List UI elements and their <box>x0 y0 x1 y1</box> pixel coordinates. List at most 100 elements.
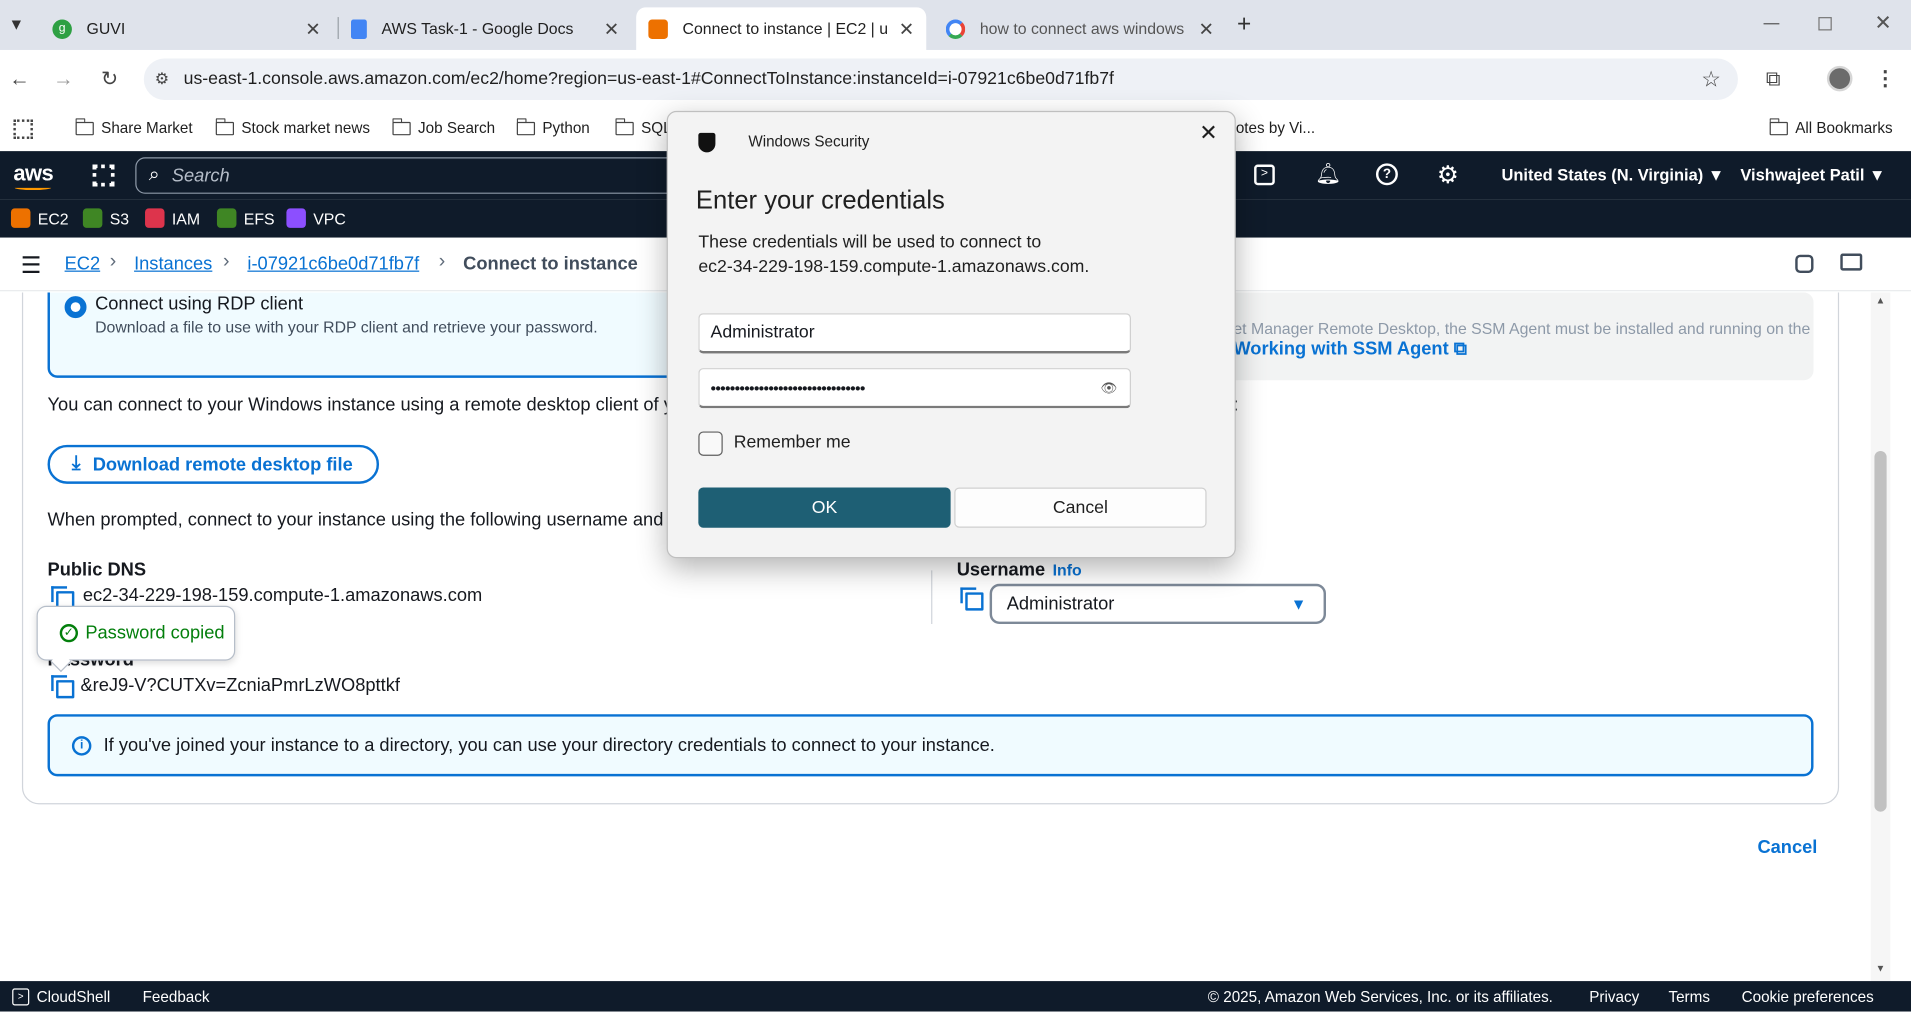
username-field[interactable]: Administrator <box>698 313 1131 354</box>
ok-button[interactable]: OK <box>698 487 951 528</box>
download-remote-desktop-button[interactable]: ⤓ Download remote desktop file <box>47 444 380 484</box>
rdp-radio[interactable] <box>64 296 87 319</box>
username-label: Username Info <box>956 559 1082 581</box>
help-icon[interactable]: ? <box>1375 163 1398 186</box>
iam-icon <box>145 208 165 228</box>
caret-down-icon: ▼ <box>1290 594 1307 614</box>
aws-footer: > CloudShell Feedback © 2025, Amazon Web… <box>0 981 1911 1012</box>
aws-logo[interactable]: aws <box>13 161 53 187</box>
bookmark-notes[interactable]: otes by Vi... <box>1236 119 1315 136</box>
shield-icon <box>698 132 716 153</box>
chevron-right-icon: › <box>109 251 117 272</box>
copy-icon[interactable] <box>51 675 75 699</box>
reload-icon[interactable]: ↻ <box>98 67 122 91</box>
close-window-icon[interactable]: ✕ <box>1874 11 1891 35</box>
forward-icon[interactable]: → <box>51 67 75 91</box>
dialog-message-line2: ec2-34-229-198-159.compute-1.amazonaws.c… <box>698 257 1090 277</box>
cookie-preferences-link[interactable]: Cookie preferences <box>1742 988 1874 1005</box>
settings-gear-icon[interactable]: ⚙ <box>1437 160 1459 190</box>
tab-connect-to-instance[interactable]: Connect to instance | EC2 | us-e ✕ <box>636 7 927 50</box>
username-select[interactable]: Administrator ▼ <box>989 583 1326 624</box>
minimize-icon[interactable] <box>1763 23 1780 25</box>
scroll-down-arrow-icon[interactable]: ▼ <box>1876 963 1886 974</box>
tab-google-search[interactable]: how to connect aws windows in ✕ <box>934 7 1227 50</box>
menu-kebab-icon[interactable]: ⋮ <box>1873 67 1897 91</box>
search-box[interactable]: ⌕ Search <box>135 157 696 194</box>
prompt-text: When prompted, connect to your instance … <box>47 509 679 531</box>
site-info-icon[interactable]: ⚙ <box>155 69 169 89</box>
windows-security-dialog: Windows Security ✕ Enter your credential… <box>666 110 1236 559</box>
breadcrumb-current: Connect to instance <box>463 253 638 275</box>
directory-info-alert: i If you've joined your instance to a di… <box>47 714 1814 777</box>
tab-list-chevron-icon[interactable]: ▼ <box>9 15 25 33</box>
close-icon[interactable]: ✕ <box>1199 18 1214 40</box>
username-info-link[interactable]: Info <box>1053 561 1082 579</box>
restore-icon[interactable] <box>1818 17 1832 31</box>
services-grid-icon[interactable] <box>92 164 115 187</box>
shortcut-s3[interactable]: S3 <box>82 208 129 228</box>
remember-me-checkbox[interactable] <box>698 431 723 456</box>
password-copied-popover: ✓ Password copied <box>36 605 236 661</box>
password-field[interactable]: •••••••••••••••••••••••••••••••• 👁︎ <box>698 368 1131 409</box>
privacy-link[interactable]: Privacy <box>1589 988 1639 1005</box>
all-bookmarks[interactable]: All Bookmarks <box>1769 117 1893 137</box>
close-icon[interactable]: ✕ <box>899 18 914 40</box>
shortcut-efs[interactable]: EFS <box>216 208 275 228</box>
feedback-hexagon-icon[interactable] <box>1795 254 1814 273</box>
tab-guvi[interactable]: g GUVI ✕ <box>40 7 333 50</box>
close-icon[interactable]: ✕ <box>604 18 619 40</box>
folder-icon <box>74 117 94 135</box>
check-circle-icon: ✓ <box>59 624 78 643</box>
bookmark-share-market[interactable]: Share Market <box>74 117 193 137</box>
notifications-bell-icon[interactable]: 🔔︎ <box>1315 162 1341 186</box>
apps-grid-icon[interactable] <box>13 119 33 139</box>
breadcrumb-instance-id[interactable]: i-07921c6be0d71fb7f <box>247 254 419 275</box>
page-scrollbar[interactable]: ▲ ▼ <box>1870 292 1891 982</box>
column-divider <box>931 570 933 624</box>
address-bar[interactable]: ⚙ us-east-1.console.aws.amazon.com/ec2/h… <box>143 58 1738 100</box>
bookmark-stock-market-news[interactable]: Stock market news <box>215 117 370 137</box>
region-selector[interactable]: United States (N. Virginia) ▼ <box>1502 166 1725 184</box>
feedback-link[interactable]: Feedback <box>143 988 210 1005</box>
copy-icon[interactable] <box>960 587 984 611</box>
hamburger-menu-icon[interactable]: ☰ <box>21 252 42 280</box>
remember-me-label: Remember me <box>733 432 851 453</box>
ssm-agent-link[interactable]: Working with SSM Agent ⧉ <box>1233 339 1466 360</box>
rdp-option-title: Connect using RDP client <box>95 293 304 315</box>
scroll-up-arrow-icon[interactable]: ▲ <box>1876 295 1886 306</box>
close-icon[interactable]: ✕ <box>305 18 320 40</box>
cloudshell-button[interactable]: > CloudShell <box>12 988 110 1006</box>
ssm-description: et Manager Remote Desktop, the SSM Agent… <box>1233 319 1811 338</box>
public-dns-value: ec2-34-229-198-159.compute-1.amazonaws.c… <box>82 585 483 606</box>
caret-down-icon: ▼ <box>1707 165 1725 185</box>
bookmark-python[interactable]: Python <box>516 117 590 137</box>
extensions-icon[interactable]: ⧉ <box>1761 67 1785 91</box>
dialog-app-title: Windows Security <box>748 132 870 150</box>
tab-google-docs[interactable]: AWS Task-1 - Google Docs ✕ <box>339 7 632 50</box>
folder-icon <box>391 117 411 135</box>
shortcut-vpc[interactable]: VPC <box>286 208 346 228</box>
bookmark-sql[interactable]: SQL <box>614 117 672 137</box>
cancel-link[interactable]: Cancel <box>1757 837 1817 858</box>
new-tab-icon[interactable]: + <box>1237 11 1251 39</box>
profile-avatar[interactable] <box>1826 65 1853 92</box>
scrollbar-thumb[interactable] <box>1874 450 1887 812</box>
account-menu[interactable]: Vishwajeet Patil ▼ <box>1740 166 1885 184</box>
breadcrumb-instances[interactable]: Instances <box>134 254 212 275</box>
bookmark-job-search[interactable]: Job Search <box>391 117 495 137</box>
back-icon[interactable]: ← <box>7 67 31 91</box>
guvi-icon: g <box>52 18 72 39</box>
reveal-password-eye-icon[interactable]: 👁︎ <box>1101 380 1118 396</box>
tab-title: GUVI <box>86 19 126 38</box>
shortcut-iam[interactable]: IAM <box>145 208 200 228</box>
bookmark-star-icon[interactable]: ☆ <box>1701 66 1721 92</box>
url-text: us-east-1.console.aws.amazon.com/ec2/hom… <box>183 69 1114 89</box>
breadcrumb-ec2[interactable]: EC2 <box>65 254 101 275</box>
tab-title: Connect to instance | EC2 | us-e <box>682 19 889 38</box>
terms-link[interactable]: Terms <box>1668 988 1709 1005</box>
dialog-close-icon[interactable]: ✕ <box>1199 121 1217 147</box>
display-settings-icon[interactable] <box>1840 253 1863 271</box>
dialog-cancel-button[interactable]: Cancel <box>954 487 1207 528</box>
cloudshell-icon[interactable]: > <box>1254 164 1275 186</box>
shortcut-ec2[interactable]: EC2 <box>10 208 69 228</box>
